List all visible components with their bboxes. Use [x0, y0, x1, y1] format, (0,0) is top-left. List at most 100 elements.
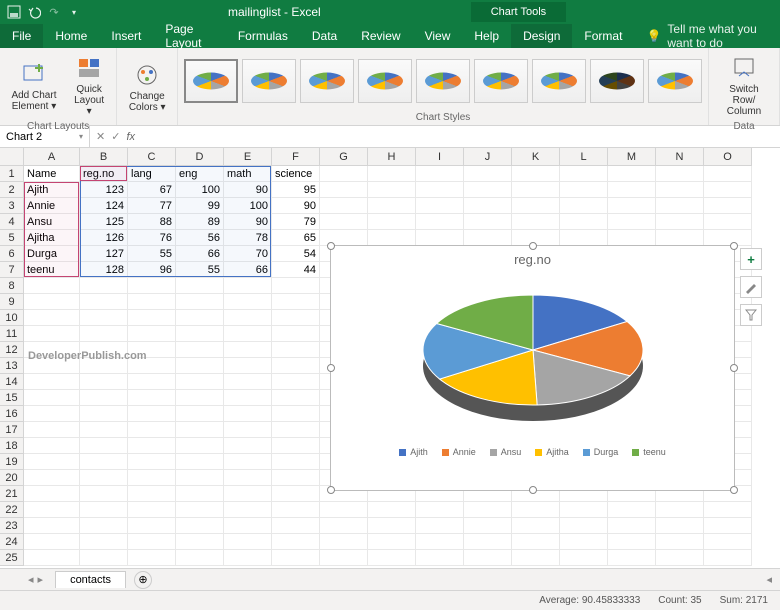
cell[interactable]: 67 [128, 182, 176, 198]
cell[interactable] [272, 534, 320, 550]
row-header[interactable]: 19 [0, 454, 24, 470]
cell[interactable] [416, 182, 464, 198]
cell[interactable] [128, 294, 176, 310]
cell[interactable] [24, 470, 80, 486]
cell[interactable] [608, 534, 656, 550]
cell[interactable] [24, 406, 80, 422]
tab-home[interactable]: Home [43, 24, 99, 48]
sheet-tab-contacts[interactable]: contacts [55, 571, 126, 588]
cell[interactable] [128, 438, 176, 454]
cell[interactable] [368, 230, 416, 246]
cell[interactable] [128, 550, 176, 566]
chart-styles-button[interactable] [740, 276, 762, 298]
cell[interactable] [416, 166, 464, 182]
redo-icon[interactable]: ↷ [46, 4, 62, 20]
cell[interactable]: 89 [176, 214, 224, 230]
cell[interactable]: Annie [24, 198, 80, 214]
change-colors-button[interactable]: Change Colors ▾ [123, 59, 171, 115]
cell[interactable] [608, 518, 656, 534]
cell[interactable] [272, 294, 320, 310]
column-header[interactable]: H [368, 148, 416, 166]
cell[interactable] [176, 534, 224, 550]
cell[interactable] [128, 534, 176, 550]
row-header[interactable]: 22 [0, 502, 24, 518]
cell[interactable] [320, 182, 368, 198]
tab-insert[interactable]: Insert [99, 24, 153, 48]
cell[interactable] [80, 374, 128, 390]
cell[interactable]: 125 [80, 214, 128, 230]
cell[interactable]: 124 [80, 198, 128, 214]
column-header[interactable]: L [560, 148, 608, 166]
row-header[interactable]: 10 [0, 310, 24, 326]
cell[interactable] [656, 182, 704, 198]
cell[interactable] [128, 390, 176, 406]
cell[interactable] [176, 390, 224, 406]
cell[interactable] [176, 326, 224, 342]
switch-row-column-button[interactable]: Switch Row/ Column [715, 52, 773, 119]
cell[interactable]: 54 [272, 246, 320, 262]
cell[interactable] [320, 502, 368, 518]
cell[interactable]: 76 [128, 230, 176, 246]
cell[interactable] [560, 534, 608, 550]
cell[interactable] [80, 486, 128, 502]
chart-legend[interactable]: AjithAnnieAnsuAjithaDurgateenu [331, 447, 734, 463]
cell[interactable] [320, 550, 368, 566]
formula-input[interactable] [141, 131, 780, 143]
qat-dropdown-icon[interactable]: ▾ [66, 4, 82, 20]
cell[interactable] [464, 214, 512, 230]
cell[interactable] [224, 438, 272, 454]
cell[interactable]: 96 [128, 262, 176, 278]
cell[interactable] [224, 518, 272, 534]
cell[interactable] [128, 486, 176, 502]
row-header[interactable]: 16 [0, 406, 24, 422]
cell[interactable] [224, 534, 272, 550]
legend-item[interactable]: Durga [583, 447, 619, 457]
legend-item[interactable]: Ajith [399, 447, 428, 457]
cell[interactable]: 100 [224, 198, 272, 214]
cell[interactable] [224, 310, 272, 326]
row-header[interactable]: 21 [0, 486, 24, 502]
cell[interactable] [24, 422, 80, 438]
cancel-icon[interactable]: ✕ [96, 130, 105, 143]
column-header[interactable]: K [512, 148, 560, 166]
cell[interactable] [80, 502, 128, 518]
cell[interactable] [272, 374, 320, 390]
cell[interactable] [704, 198, 752, 214]
cell[interactable] [704, 214, 752, 230]
cell[interactable] [272, 278, 320, 294]
select-all-corner[interactable] [0, 148, 24, 166]
cell[interactable] [368, 550, 416, 566]
column-header[interactable]: D [176, 148, 224, 166]
cell[interactable] [24, 310, 80, 326]
cell[interactable] [272, 502, 320, 518]
cell[interactable]: 44 [272, 262, 320, 278]
legend-item[interactable]: teenu [632, 447, 666, 457]
column-header[interactable]: F [272, 148, 320, 166]
horizontal-scroll-arrow-icon[interactable]: ◂ [758, 573, 780, 586]
cell[interactable] [464, 198, 512, 214]
cell[interactable] [80, 438, 128, 454]
cell[interactable] [272, 470, 320, 486]
cell[interactable] [560, 518, 608, 534]
row-header[interactable]: 24 [0, 534, 24, 550]
cell[interactable] [608, 198, 656, 214]
enter-icon[interactable]: ✓ [111, 130, 120, 143]
name-box[interactable]: Chart 2▾ [0, 126, 90, 147]
cell[interactable] [24, 454, 80, 470]
cell[interactable]: 55 [128, 246, 176, 262]
cell[interactable] [24, 326, 80, 342]
cell[interactable] [560, 502, 608, 518]
cell[interactable] [320, 518, 368, 534]
save-icon[interactable] [6, 4, 22, 20]
cell[interactable] [80, 518, 128, 534]
cell[interactable] [704, 230, 752, 246]
cell[interactable] [176, 438, 224, 454]
cell[interactable] [128, 326, 176, 342]
cell[interactable] [272, 454, 320, 470]
cell[interactable] [560, 214, 608, 230]
cell[interactable] [416, 502, 464, 518]
cell[interactable]: 99 [176, 198, 224, 214]
cell[interactable] [464, 502, 512, 518]
cell[interactable] [224, 390, 272, 406]
cell[interactable] [128, 422, 176, 438]
